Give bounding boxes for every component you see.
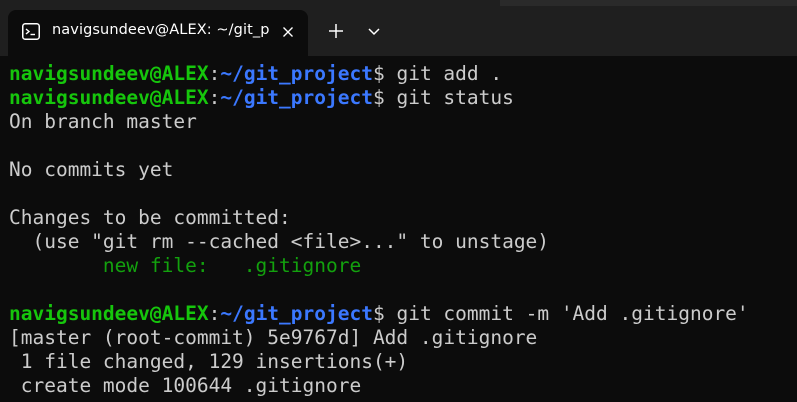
window-top-edge (500, 0, 797, 6)
prompt-user: navigsundeev@ALEX (9, 62, 209, 85)
command-text: git commit -m 'Add .gitignore' (384, 302, 749, 325)
prompt-user: navigsundeev@ALEX (9, 302, 209, 325)
prompt-sign: $ (372, 86, 385, 109)
tab-title: navigsundeev@ALEX: ~/git_p (52, 22, 270, 38)
terminal-icon (22, 23, 40, 40)
command-text: git status (384, 86, 514, 109)
title-bar: navigsundeev@ALEX: ~/git_p (0, 0, 797, 56)
output-line: On branch master (9, 110, 197, 133)
prompt-colon: : (208, 62, 221, 85)
prompt-path: ~/git_project (220, 302, 373, 325)
prompt-sign: $ (372, 302, 385, 325)
output-line: No commits yet (9, 158, 174, 181)
command-line: navigsundeev@ALEX:~/git_project$ git sta… (9, 86, 797, 110)
prompt-path: ~/git_project (220, 62, 373, 85)
plus-icon (329, 24, 343, 38)
prompt-colon: : (208, 86, 221, 109)
prompt-sign: $ (372, 62, 385, 85)
output-line: Changes to be committed: (9, 206, 291, 229)
command-line: navigsundeev@ALEX:~/git_project$ git com… (9, 302, 797, 326)
chevron-down-icon (368, 28, 380, 36)
output-line: [master (root-commit) 5e9767d] Add .giti… (9, 326, 538, 349)
tab-dropdown-button[interactable] (360, 17, 388, 45)
output-line: create mode 100644 .gitignore (9, 374, 362, 397)
staged-file-text: new file: .gitignore (102, 254, 362, 277)
staged-file-line: new file: .gitignore (9, 254, 797, 278)
terminal-output[interactable]: navigsundeev@ALEX:~/git_project$ git add… (9, 62, 797, 398)
command-text: git add . (384, 62, 503, 85)
output-line: 1 file changed, 129 insertions(+) (9, 350, 409, 373)
command-line: navigsundeev@ALEX:~/git_project$ git add… (9, 62, 797, 86)
prompt-colon: : (208, 302, 221, 325)
prompt-path: ~/git_project (220, 86, 373, 109)
close-icon[interactable] (278, 22, 298, 42)
terminal-window: navigsundeev@ALEX: ~/git_p navigsundeev@… (0, 0, 797, 402)
output-line: (use "git rm --cached <file>..." to unst… (9, 230, 550, 253)
prompt-user: navigsundeev@ALEX (9, 86, 209, 109)
tab-terminal[interactable]: navigsundeev@ALEX: ~/git_p (8, 10, 308, 56)
new-tab-button[interactable] (322, 17, 350, 45)
